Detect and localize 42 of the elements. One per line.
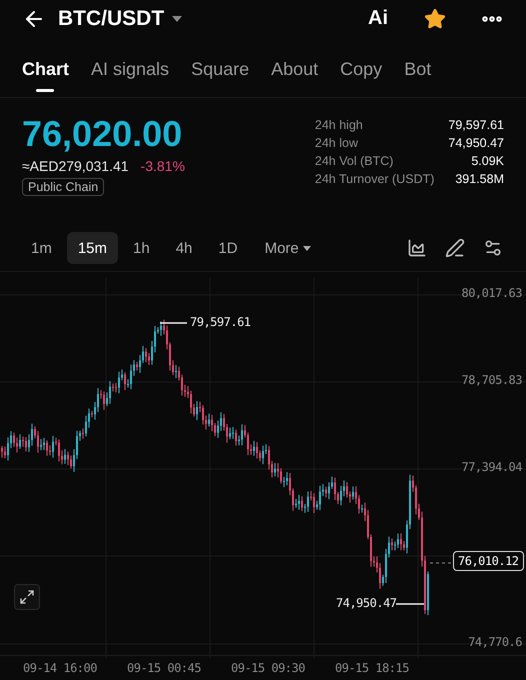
interval-tab[interactable]: 15m [66, 232, 118, 264]
chain-tag: Public Chain [22, 178, 104, 196]
more-dropdown[interactable]: More [258, 238, 317, 258]
axis-label: 78,705.83 [461, 373, 522, 388]
high-label: 79,597.61 [190, 315, 251, 330]
axis-label: 77,394.04 [461, 460, 522, 474]
expand-icon[interactable] [14, 584, 40, 610]
pair-title[interactable]: BTC/USDT [58, 6, 164, 31]
axis-label: 09-14 16:00 [22, 661, 98, 676]
tab[interactable]: Copy [340, 50, 382, 92]
leader-line [160, 322, 187, 324]
tab[interactable]: Chart [22, 50, 70, 92]
stat-label: 24h Turnover (USDT) [314, 172, 434, 186]
stat-label: 24h high [314, 118, 364, 132]
stat-value: 5.09K [470, 154, 504, 168]
interval-tab[interactable]: 1h [122, 232, 161, 264]
ai-button[interactable]: Ai [368, 7, 388, 30]
leader-line [430, 562, 452, 564]
interval-tab[interactable]: 1m [20, 232, 63, 264]
fiat-price: ≈AED279,031.41 [22, 158, 129, 174]
star-icon[interactable] [424, 8, 446, 30]
stat-label: 24h Vol (BTC) [314, 154, 394, 168]
interval-tab[interactable]: 4h [164, 232, 204, 264]
tab[interactable]: AI signals [91, 50, 170, 92]
stat-value: 79,597.61 [448, 118, 504, 132]
price-change: -3.81% [140, 158, 185, 174]
axis-label: 09-15 09:30 [230, 661, 306, 676]
axis-label: 80,017.63 [461, 286, 522, 300]
tab[interactable]: About [271, 50, 318, 92]
stat-value: 391.58M [454, 172, 504, 186]
stat-value: 74,950.47 [448, 136, 504, 150]
last-price-tag: 76,010.12 [453, 551, 524, 572]
low-label: 74,950.47 [336, 596, 397, 610]
caret-icon[interactable] [172, 16, 182, 22]
stat-label: 24h low [314, 136, 359, 150]
axis-label: 09-15 00:45 [126, 661, 202, 676]
axis-label: 09-15 18:15 [334, 661, 410, 676]
axis-label: 74,770.6 [468, 635, 522, 650]
interval-tab[interactable]: 1D [207, 232, 249, 264]
leader-line [396, 603, 424, 605]
last-price: 76,020.00 [22, 114, 184, 154]
tab[interactable]: Square [191, 50, 250, 92]
